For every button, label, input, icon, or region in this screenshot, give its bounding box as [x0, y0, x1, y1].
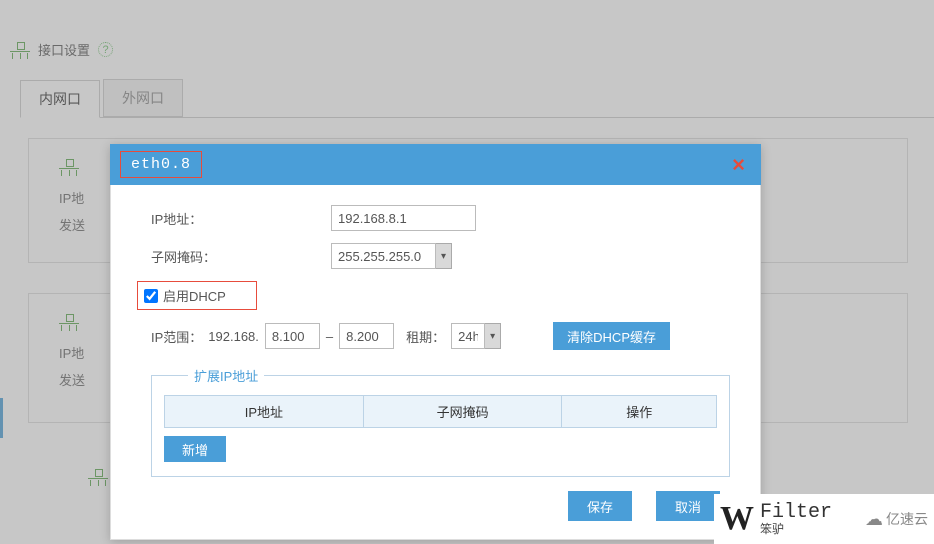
- close-icon[interactable]: ×: [726, 152, 751, 178]
- enable-dhcp-wrap[interactable]: 启用DHCP: [137, 281, 257, 310]
- col-ops: 操作: [562, 396, 717, 428]
- cancel-button[interactable]: 取消: [656, 491, 720, 521]
- add-ip-button[interactable]: 新增: [164, 436, 226, 462]
- lease-select[interactable]: [451, 323, 485, 349]
- ip-range-prefix: 192.168.: [208, 329, 259, 344]
- brand-filter: Filter: [760, 503, 832, 523]
- extended-ip-fieldset: 扩展IP地址 IP地址 子网掩码 操作 新增: [151, 366, 730, 477]
- extended-ip-legend: 扩展IP地址: [188, 366, 264, 385]
- clear-dhcp-cache-button[interactable]: 清除DHCP缓存: [553, 322, 670, 350]
- cloud-icon: ☁: [865, 509, 883, 530]
- chevron-down-icon[interactable]: ▾: [485, 323, 501, 349]
- chevron-down-icon[interactable]: ▾: [436, 243, 452, 269]
- ip-input[interactable]: [331, 205, 476, 231]
- ip-range-to[interactable]: [339, 323, 394, 349]
- ip-label: IP地址：: [151, 209, 231, 228]
- ip-range-from[interactable]: [265, 323, 320, 349]
- brand-cloud: 亿速云: [886, 509, 928, 529]
- modal-title: eth0.8: [120, 151, 202, 178]
- save-button[interactable]: 保存: [568, 491, 632, 521]
- brand-w-logo: W: [720, 502, 754, 536]
- ip-range-label: IP范围：: [151, 327, 202, 346]
- enable-dhcp-checkbox[interactable]: [144, 289, 158, 303]
- col-mask: 子网掩码: [363, 396, 562, 428]
- brand-cn: 笨驴: [760, 523, 832, 535]
- mask-label: 子网掩码：: [151, 247, 231, 266]
- extended-ip-table: IP地址 子网掩码 操作: [164, 395, 717, 428]
- range-dash: –: [326, 329, 333, 344]
- interface-edit-modal: eth0.8 × IP地址： 子网掩码： ▾ 启用DHCP IP范围： 192.…: [110, 144, 761, 540]
- mask-select[interactable]: [331, 243, 436, 269]
- enable-dhcp-label: 启用DHCP: [163, 286, 226, 305]
- brand-watermark: W Filter 笨驴 ☁ 亿速云: [714, 494, 934, 544]
- col-ip: IP地址: [165, 396, 364, 428]
- lease-label: 租期：: [406, 327, 445, 346]
